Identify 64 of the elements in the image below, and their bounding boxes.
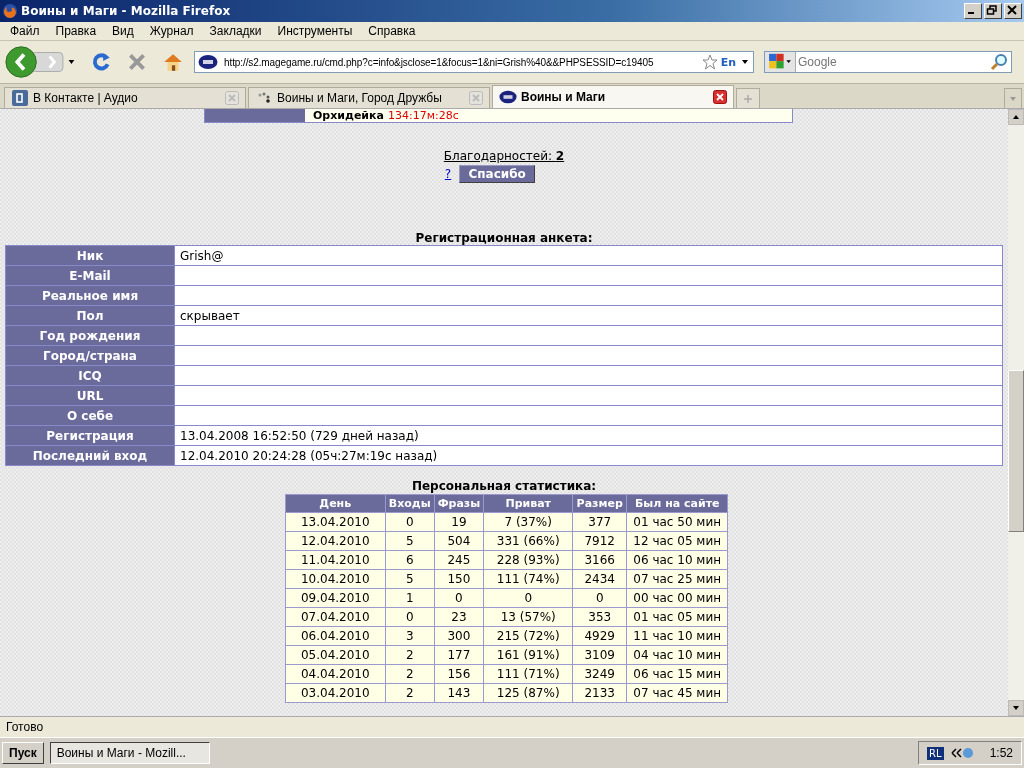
search-icon[interactable] [990, 53, 1008, 71]
field-label: URL [5, 385, 175, 406]
taskbar-button[interactable]: Воины и Маги - Mozill... [49, 742, 210, 764]
restore-icon[interactable] [984, 3, 1002, 19]
dropdown-icon[interactable] [741, 58, 749, 66]
address-field[interactable]: http://s2.magegame.ru/cmd.php?c=info&jsclose=1&focus=1&ni=Grish%40&&PHPSESSID=c19405 En [194, 51, 754, 73]
language-indicator[interactable]: RL [927, 746, 944, 760]
browser-tab[interactable]: Воины и Маги [492, 85, 734, 108]
menu-item[interactable]: Вид [104, 24, 142, 38]
tab-close-icon[interactable] [713, 90, 727, 104]
column-header: Приват [483, 494, 573, 513]
help-link[interactable]: ? [444, 167, 452, 181]
scroll-down-icon[interactable] [1012, 704, 1020, 712]
close-icon[interactable] [1004, 3, 1022, 19]
field-label: Последний вход [5, 445, 175, 466]
scrollbar[interactable] [1008, 109, 1024, 716]
menu-item[interactable]: Закладки [201, 24, 270, 38]
section-heading: Персональная статистика: [411, 479, 597, 493]
field-value: Grish@ [174, 245, 1003, 266]
field-value: 12.04.2010 20:24:28 (05ч:27м:19с назад) [174, 445, 1003, 466]
vk-icon [11, 90, 29, 106]
menu-item[interactable]: Журнал [141, 24, 202, 38]
url-text: http://s2.magegame.ru/cmd.php?c=info&jsclose=1&focus=1&ni=Grish%40&&PHPSESSID=c19405 [224, 56, 655, 68]
thanks-count-link[interactable]: Благодарностей: 2 [443, 149, 565, 163]
column-header: Размер [572, 494, 627, 513]
column-header: Был на сайте [626, 494, 728, 513]
time-text: 134:17м:28с [387, 109, 459, 122]
field-value: скрывает [174, 305, 1003, 326]
browser-tab[interactable]: Воины и Маги, Город Дружбы [248, 87, 490, 108]
menu-item[interactable]: Файл [2, 24, 48, 38]
column-header: Входы [385, 494, 435, 513]
scroll-up-icon[interactable] [1012, 113, 1020, 121]
menu-item[interactable]: Инструменты [269, 24, 361, 38]
start-button[interactable]: Пуск [2, 742, 44, 764]
field-label: Реальное имя [5, 285, 175, 306]
field-label: Пол [5, 305, 175, 326]
menu-item[interactable]: Правка [47, 24, 105, 38]
menu-item[interactable]: Справка [360, 24, 424, 38]
field-label: Ник [5, 245, 175, 266]
field-label: Регистрация [5, 425, 175, 446]
section-heading: Регистрационная анкета: [415, 231, 593, 245]
field-label: E-Mail [5, 265, 175, 286]
star-icon[interactable] [701, 54, 718, 70]
tray-icon[interactable] [949, 745, 974, 761]
language-label: En [720, 55, 736, 69]
field-value: 13.04.2008 16:52:50 (729 дней назад) [174, 425, 1003, 446]
field-label: ICQ [5, 365, 175, 386]
caret-icon [1009, 94, 1017, 103]
thanks-button[interactable]: Спасибо [459, 165, 536, 183]
reload-icon[interactable] [90, 51, 112, 73]
firefox-icon [2, 3, 18, 19]
field-label: Город/страна [5, 345, 175, 366]
minimize-icon[interactable] [964, 3, 982, 19]
user-name: Орхидейка [313, 109, 384, 122]
column-header: Фразы [434, 494, 484, 513]
column-header: День [285, 494, 386, 513]
clock: 1:52 [989, 746, 1013, 760]
plus-icon [743, 93, 753, 104]
browser-tab[interactable]: В Контакте | Аудио [4, 87, 246, 108]
window-title: Воины и Маги - Mozilla Firefox [21, 4, 231, 18]
search-engine-icon[interactable] [765, 52, 796, 72]
field-label: Год рождения [5, 325, 175, 346]
field-label: О себе [5, 405, 175, 426]
search-field[interactable]: Google [764, 51, 1012, 73]
